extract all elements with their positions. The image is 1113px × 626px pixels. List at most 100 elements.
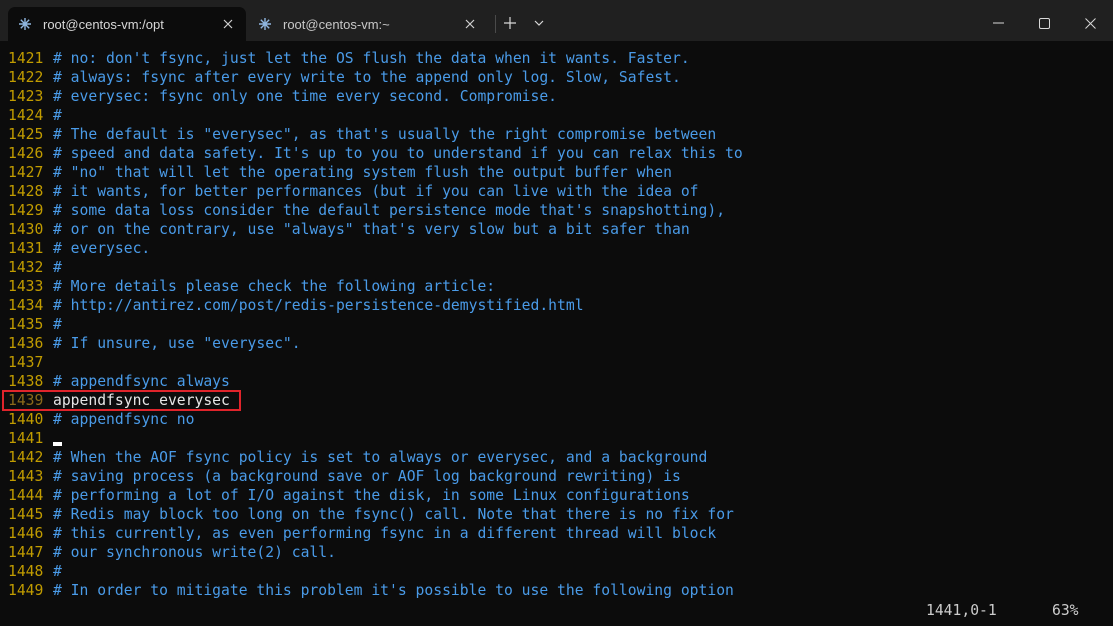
line-number: 1435	[8, 316, 44, 333]
line-number: 1448	[8, 563, 44, 580]
line-number: 1429	[8, 202, 44, 219]
editor-line: 1438 # appendfsync always	[8, 372, 230, 391]
editor-line: 1427 # "no" that will let the operating s…	[8, 163, 672, 182]
close-tab-icon[interactable]	[460, 14, 480, 34]
editor-line: 1435 #	[8, 315, 62, 334]
line-text: # If unsure, use "everysec".	[53, 335, 301, 352]
line-text: # performing a lot of I/O against the di…	[53, 487, 690, 504]
editor-line: 1422 # always: fsync after every write to…	[8, 68, 681, 87]
line-text: # no: don't fsync, just let the OS flush…	[53, 50, 690, 67]
cursor-position: 1441,0-1	[926, 602, 997, 619]
line-number: 1442	[8, 449, 44, 466]
line-number: 1432	[8, 259, 44, 276]
editor-line: 1437	[8, 353, 53, 372]
line-text: # appendfsync always	[53, 373, 230, 390]
editor-line: 1440 # appendfsync no	[8, 410, 194, 429]
editor-line: 1430 # or on the contrary, use "always" t…	[8, 220, 690, 239]
line-number: 1444	[8, 487, 44, 504]
editor-line: 1424 #	[8, 106, 62, 125]
editor-line: 1432 #	[8, 258, 62, 277]
new-tab-button[interactable]	[497, 7, 523, 39]
editor-line: 1447 # our synchronous write(2) call.	[8, 543, 336, 562]
line-text: # always: fsync after every write to the…	[53, 69, 681, 86]
editor-line: 1434 # http://antirez.com/post/redis-pers…	[8, 296, 584, 315]
line-number: 1437	[8, 354, 44, 371]
minimize-button[interactable]	[981, 7, 1015, 39]
line-text: #	[53, 107, 62, 124]
editor-line: 1446 # this currently, as even performing…	[8, 524, 716, 543]
editor-line: 1444 # performing a lot of I/O against th…	[8, 486, 690, 505]
line-number: 1449	[8, 582, 44, 599]
line-text: # everysec: fsync only one time every se…	[53, 88, 558, 105]
editor-line: 1441	[8, 429, 53, 448]
line-text: # it wants, for better performances (but…	[53, 183, 699, 200]
title-bar: root@centos-vm:/opt root@centos-vm:~	[0, 0, 1113, 41]
tab-centos-opt[interactable]: root@centos-vm:/opt	[8, 7, 246, 41]
editor-line: 1433 # More details please check the foll…	[8, 277, 495, 296]
editor-line: 1436 # If unsure, use "everysec".	[8, 334, 301, 353]
text-cursor	[53, 442, 62, 446]
line-number: 1441	[8, 430, 44, 447]
line-number: 1428	[8, 183, 44, 200]
line-number: 1447	[8, 544, 44, 561]
editor-line: 1448 #	[8, 562, 62, 581]
line-number: 1427	[8, 164, 44, 181]
line-text: # The default is "everysec", as that's u…	[53, 126, 717, 143]
tab-divider	[495, 15, 496, 33]
maximize-button[interactable]	[1027, 7, 1061, 39]
plus-icon	[504, 17, 516, 29]
editor-line: 1449 # In order to mitigate this problem …	[8, 581, 734, 600]
line-text: # Redis may block too long on the fsync(…	[53, 506, 734, 523]
line-number: 1438	[8, 373, 44, 390]
line-number: 1446	[8, 525, 44, 542]
editor-line: 1443 # saving process (a background save …	[8, 467, 681, 486]
line-text: #	[53, 316, 62, 333]
editor-line: 1425 # The default is "everysec", as that…	[8, 125, 716, 144]
line-text: #	[53, 259, 62, 276]
line-number: 1440	[8, 411, 44, 428]
editor-line: 1445 # Redis may block too long on the fs…	[8, 505, 734, 524]
editor-line: 1426 # speed and data safety. It's up to …	[8, 144, 743, 163]
line-number: 1423	[8, 88, 44, 105]
line-text: # this currently, as even performing fsy…	[53, 525, 717, 542]
line-number: 1430	[8, 221, 44, 238]
line-text: # saving process (a background save or A…	[53, 468, 681, 485]
tab-label: root@centos-vm:/opt	[43, 16, 164, 32]
line-text: # everysec.	[53, 240, 151, 257]
line-text: #	[53, 563, 62, 580]
line-text: # More details please check the followin…	[53, 278, 496, 295]
close-tab-icon[interactable]	[218, 14, 238, 34]
line-number: 1443	[8, 468, 44, 485]
close-window-button[interactable]	[1073, 7, 1107, 39]
line-text: # When the AOF fsync policy is set to al…	[53, 449, 708, 466]
tab-label: root@centos-vm:~	[283, 16, 390, 32]
line-number: 1433	[8, 278, 44, 295]
maximize-icon	[1038, 17, 1050, 29]
highlight-box	[2, 390, 241, 411]
scroll-percent: 63%	[1052, 602, 1079, 619]
editor-line: 1428 # it wants, for better performances …	[8, 182, 699, 201]
line-number: 1445	[8, 506, 44, 523]
editor-line: 1431 # everysec.	[8, 239, 150, 258]
line-text: # our synchronous write(2) call.	[53, 544, 336, 561]
line-number: 1421	[8, 50, 44, 67]
editor-line: 1421 # no: don't fsync, just let the OS f…	[8, 49, 690, 68]
line-text: # speed and data safety. It's up to you …	[53, 145, 743, 162]
line-text: # some data loss consider the default pe…	[53, 202, 726, 219]
tab-dropdown-button[interactable]	[527, 7, 551, 39]
penguin-icon	[258, 17, 272, 31]
line-number: 1425	[8, 126, 44, 143]
minimize-icon	[992, 22, 1004, 24]
line-number: 1434	[8, 297, 44, 314]
tab-centos-home[interactable]: root@centos-vm:~	[248, 7, 488, 41]
line-text: # http://antirez.com/post/redis-persiste…	[53, 297, 584, 314]
terminal-pane[interactable]: 1421 # no: don't fsync, just let the OS f…	[0, 41, 1113, 626]
line-text: # In order to mitigate this problem it's…	[53, 582, 734, 599]
line-number: 1431	[8, 240, 44, 257]
editor-line: 1429 # some data loss consider the defaul…	[8, 201, 725, 220]
line-number: 1424	[8, 107, 44, 124]
editor-line: 1423 # everysec: fsync only one time ever…	[8, 87, 557, 106]
penguin-icon	[18, 17, 32, 31]
line-text: # appendfsync no	[53, 411, 195, 428]
line-text: # "no" that will let the operating syste…	[53, 164, 672, 181]
